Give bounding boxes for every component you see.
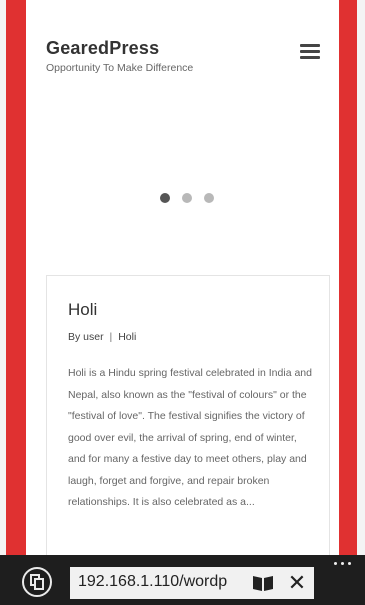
- post-category[interactable]: Holi: [118, 331, 136, 343]
- slider-dot-1[interactable]: [160, 193, 170, 203]
- browser-bottom-bar: 192.168.1.110/wordp ✕: [0, 555, 365, 605]
- screen: GearedPress Opportunity To Make Differen…: [0, 0, 365, 605]
- post-meta: By user | Holi: [68, 331, 136, 343]
- right-edge: [357, 0, 365, 555]
- address-text[interactable]: 192.168.1.110/wordp: [78, 573, 250, 595]
- web-page: GearedPress Opportunity To Make Differen…: [26, 0, 339, 555]
- slider-dot-3[interactable]: [204, 193, 214, 203]
- tabs-icon[interactable]: [22, 567, 52, 597]
- slider-pagination: [160, 193, 214, 203]
- address-bar[interactable]: 192.168.1.110/wordp ✕: [70, 567, 314, 599]
- slider-dot-2[interactable]: [182, 193, 192, 203]
- more-options-icon[interactable]: [330, 557, 354, 569]
- site-tagline: Opportunity To Make Difference: [46, 62, 194, 74]
- post-author[interactable]: By user: [68, 331, 104, 343]
- meta-separator: |: [109, 331, 113, 343]
- site-header: GearedPress Opportunity To Make Differen…: [46, 38, 316, 75]
- hamburger-menu-icon[interactable]: [300, 44, 320, 60]
- left-red-border: [6, 0, 26, 555]
- post-excerpt: Holi is a Hindu spring festival celebrat…: [68, 367, 312, 508]
- post-title[interactable]: Holi: [68, 300, 97, 320]
- right-red-border: [339, 0, 357, 555]
- post-card: Holi By user | Holi Holi is a Hindu spri…: [46, 275, 330, 555]
- reading-view-icon[interactable]: [252, 573, 274, 593]
- close-icon[interactable]: ✕: [286, 570, 308, 596]
- site-title[interactable]: GearedPress: [46, 38, 316, 58]
